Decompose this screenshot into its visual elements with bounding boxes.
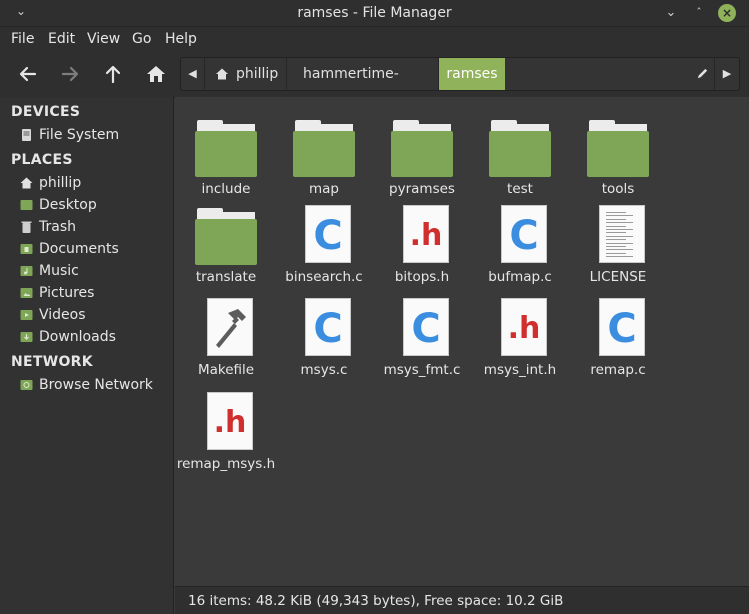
file-item[interactable]: Cbufmap.c [470,201,570,291]
forward-button[interactable] [55,60,85,88]
file-item[interactable]: Cremap.c [568,294,668,384]
home-button[interactable] [141,60,171,88]
drive-icon [22,129,31,141]
path-scroll-left-icon[interactable]: ◀ [181,58,205,90]
path-bar: ◀ phillip hammertime-master ramses ▶ [180,57,740,114]
breadcrumb-label: ramses [446,66,498,82]
file-view: include map pyramses test tools translate Cbin… [175,97,749,586]
sidebar-item-label: Downloads [39,329,116,345]
folder-icon [587,113,649,177]
file-item[interactable]: .h bitops.h [372,201,472,291]
network-icon [20,380,33,390]
downloads-folder-icon [20,332,33,342]
text-file-icon [587,201,649,265]
hammer-icon [195,294,257,358]
folder-icon [489,113,551,177]
file-name: remap.c [590,362,646,378]
sidebar-item-label: Trash [39,219,76,235]
desktop-folder-icon [20,200,33,210]
file-item[interactable]: translate [176,201,276,291]
sidebar-section-network: NETWORK [11,354,93,370]
maximize-button[interactable]: ˆ [690,4,708,22]
sidebar-item-label: Music [39,263,79,279]
c-source-file-icon: C [293,294,355,358]
back-arrow-icon [19,66,37,82]
file-item[interactable]: Cmsys_fmt.c [372,294,472,384]
path-scroll-right-icon[interactable]: ▶ [715,58,739,90]
edit-path-button[interactable] [689,58,715,90]
breadcrumb-phillip[interactable]: phillip [205,58,287,90]
folder-icon [293,113,355,177]
c-source-file-icon: C [489,201,551,265]
home-icon [147,66,165,82]
up-arrow-icon [105,65,121,84]
music-folder-icon [20,266,33,276]
file-item[interactable]: tools [568,113,668,203]
pictures-folder-icon [20,288,33,298]
back-button[interactable] [13,60,43,88]
menu-file[interactable]: File [11,31,34,47]
sidebar-item-label: Desktop [39,197,97,213]
file-item[interactable]: test [470,113,570,203]
sidebar-item-label: phillip [39,175,82,191]
sidebar-section-devices: DEVICES [11,104,81,120]
breadcrumb-label: phillip [236,66,279,82]
c-header-file-icon: .h [391,201,453,265]
up-button[interactable] [98,60,128,88]
menu-bar: File Edit View Go Help [0,27,749,51]
forward-arrow-icon [61,66,79,82]
sidebar-item-label: Videos [39,307,86,323]
sidebar-item-label: Browse Network [39,377,153,393]
sidebar-item-label: Documents [39,241,119,257]
status-bar: 16 items: 48.2 KiB (49,343 bytes), Free … [175,586,749,614]
file-item[interactable]: Makefile [176,294,276,384]
c-source-file-icon: C [391,294,453,358]
sidebar-item-label: File System [39,127,120,143]
home-icon [216,68,228,80]
folder-icon [195,201,257,265]
window-title: ramses - File Manager [297,5,452,21]
file-item[interactable]: pyramses [372,113,472,203]
status-text: 16 items: 48.2 KiB (49,343 bytes), Free … [188,593,564,609]
c-header-file-icon: .h [489,294,551,358]
file-item[interactable]: .h msys_int.h [470,294,570,384]
title-bar: ⌄ ramses - File Manager ⌄ ˆ × [0,0,749,27]
close-button[interactable]: × [718,4,736,22]
c-header-file-icon: .h [195,388,257,452]
c-source-file-icon: C [587,294,649,358]
sidebar-section-places: PLACES [11,152,73,168]
c-source-file-icon: C [293,201,355,265]
folder-icon [391,113,453,177]
file-name: remap_msys.h [176,456,276,472]
home-icon [20,177,33,189]
sidebar-item-label: Pictures [39,285,95,301]
videos-folder-icon [20,310,33,320]
documents-folder-icon [20,244,33,254]
trash-icon [21,221,32,233]
file-item[interactable]: LICENSE [568,201,668,291]
file-name: tools [601,181,635,197]
breadcrumb-ramses[interactable]: ramses [439,58,505,90]
menu-go[interactable]: Go [132,31,151,47]
menu-help[interactable]: Help [165,31,197,47]
file-item[interactable]: .h remap_msys.h [176,388,276,478]
menu-view[interactable]: View [87,31,120,47]
sidebar: DEVICES File System PLACES phillip Deskt… [0,97,174,614]
breadcrumb-hammertime-master[interactable]: hammertime-master [287,58,439,114]
folder-icon [195,113,257,177]
file-item[interactable]: map [274,113,374,203]
file-name: LICENSE [589,269,647,285]
file-item[interactable]: include [176,113,276,203]
file-item[interactable]: Cmsys.c [274,294,374,384]
file-item[interactable]: Cbinsearch.c [274,201,374,291]
minimize-button[interactable]: ⌄ [662,4,680,22]
menu-edit[interactable]: Edit [48,31,75,47]
pencil-icon [697,68,708,79]
